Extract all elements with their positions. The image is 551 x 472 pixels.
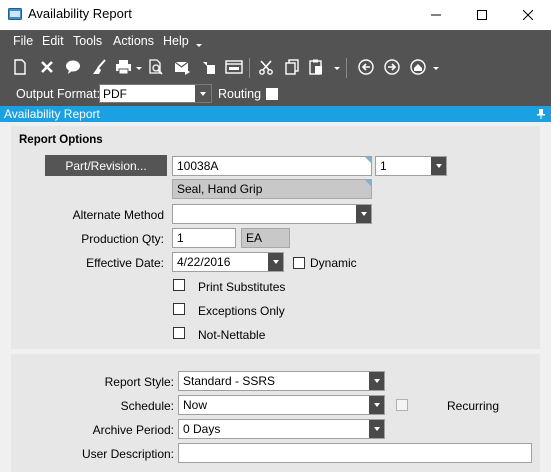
- minimize-button[interactable]: [413, 0, 459, 30]
- part-field[interactable]: 10038A: [172, 156, 372, 176]
- home-dropdown-icon[interactable]: [433, 67, 439, 70]
- part-description: Seal, Hand Grip: [177, 182, 263, 196]
- report-style-value: Standard - SSRS: [183, 374, 276, 388]
- toolbar-separator: [249, 58, 250, 78]
- panel-header: Availability Report: [0, 106, 551, 122]
- chevron-down-icon[interactable]: [369, 372, 384, 390]
- print-substitutes-checkbox[interactable]: [173, 279, 185, 291]
- menu-edit[interactable]: Edit: [42, 34, 64, 48]
- forward-icon[interactable]: [382, 57, 402, 77]
- dynamic-checkbox[interactable]: [293, 257, 305, 269]
- delete-icon[interactable]: [37, 57, 57, 77]
- chevron-down-icon[interactable]: [369, 396, 384, 414]
- paste-dropdown-icon[interactable]: [334, 67, 340, 70]
- menu-tools[interactable]: Tools: [73, 34, 102, 48]
- chevron-down-icon[interactable]: [369, 420, 384, 438]
- output-format-select[interactable]: PDF: [99, 84, 212, 103]
- maximize-icon: [477, 10, 487, 20]
- revision-value: 1: [380, 159, 387, 173]
- alternate-method-label: Alternate Method: [72, 208, 164, 222]
- paste-icon[interactable]: [306, 57, 326, 77]
- revision-select[interactable]: 1: [375, 156, 447, 176]
- recurring-label: Recurring: [447, 399, 500, 413]
- print-icon[interactable]: [113, 57, 133, 77]
- chevron-down-icon[interactable]: [356, 205, 371, 223]
- toolbar-separator: [346, 58, 347, 78]
- panel-title: Availability Report: [4, 107, 100, 121]
- output-format-bar: Output Format: PDF Routing: [0, 82, 551, 106]
- uom-value: EA: [246, 231, 263, 245]
- section-title: Report Options: [19, 134, 103, 146]
- web-icon[interactable]: [224, 57, 244, 77]
- lookup-corner: [365, 157, 371, 163]
- maximize-button[interactable]: [459, 0, 505, 30]
- new-icon[interactable]: [10, 57, 30, 77]
- effective-date-label: Effective Date:: [86, 256, 164, 270]
- exceptions-only-checkbox[interactable]: [173, 303, 185, 315]
- recurring-checkbox[interactable]: [396, 399, 408, 411]
- user-description-field[interactable]: [178, 443, 532, 463]
- print-substitutes-label: Print Substitutes: [198, 280, 286, 294]
- output-format-label: Output Format:: [16, 87, 101, 101]
- not-nettable-checkbox[interactable]: [173, 327, 185, 339]
- chevron-down-icon[interactable]: [431, 157, 446, 175]
- send-icon[interactable]: [172, 57, 192, 77]
- print-preview-icon[interactable]: [146, 57, 166, 77]
- title-bar: Availability Report: [0, 0, 551, 30]
- menu-help[interactable]: Help: [163, 34, 189, 48]
- close-button[interactable]: [505, 0, 551, 30]
- part-revision-button[interactable]: Part/Revision...: [45, 155, 167, 176]
- exceptions-only-label: Exceptions Only: [198, 304, 285, 318]
- home-icon[interactable]: [408, 57, 428, 77]
- print-dropdown-icon[interactable]: [136, 67, 142, 70]
- part-value: 10038A: [177, 159, 219, 173]
- routing-label: Routing: [218, 87, 262, 101]
- app-icon: [8, 8, 22, 20]
- calendar-dropdown-icon[interactable]: [268, 253, 283, 271]
- help-dropdown-icon[interactable]: [196, 44, 202, 47]
- comment-icon[interactable]: [63, 57, 83, 77]
- production-qty-value: 1: [177, 231, 184, 245]
- lookup-corner: [365, 180, 371, 186]
- archive-period-label: Archive Period:: [92, 423, 174, 437]
- production-qty-label: Production Qty:: [81, 232, 164, 246]
- alternate-method-select[interactable]: [172, 204, 372, 224]
- schedule-label: Schedule:: [120, 399, 174, 413]
- schedule-value: Now: [183, 398, 208, 412]
- part-description-field: Seal, Hand Grip: [172, 179, 372, 199]
- copy-icon[interactable]: [282, 57, 302, 77]
- archive-period-value: 0 Days: [183, 422, 221, 436]
- archive-period-select[interactable]: 0 Days: [178, 419, 385, 439]
- output-format-value: PDF: [103, 87, 127, 101]
- report-style-label: Report Style:: [104, 375, 174, 389]
- toolbar: [0, 52, 551, 82]
- uom-field: EA: [241, 228, 290, 248]
- user-description-label: User Description:: [81, 447, 174, 461]
- minimize-icon: [431, 14, 441, 16]
- cut-icon[interactable]: [256, 57, 276, 77]
- routing-checkbox[interactable]: [266, 88, 278, 100]
- clear-icon[interactable]: [89, 57, 109, 77]
- effective-date-field[interactable]: 4/22/2016: [172, 252, 284, 272]
- pin-icon[interactable]: [537, 109, 545, 119]
- effective-date-value: 4/22/2016: [177, 255, 231, 269]
- not-nettable-label: Not-Nettable: [198, 328, 266, 342]
- menu-actions[interactable]: Actions: [113, 34, 154, 48]
- menu-file[interactable]: File: [13, 34, 33, 48]
- close-icon: [523, 10, 533, 20]
- menu-bar: File Edit Tools Actions Help: [0, 30, 551, 52]
- report-style-select[interactable]: Standard - SSRS: [178, 371, 385, 391]
- window-title: Availability Report: [28, 6, 132, 21]
- dynamic-label: Dynamic: [310, 256, 357, 270]
- production-qty-field[interactable]: 1: [172, 228, 236, 248]
- back-icon[interactable]: [356, 57, 376, 77]
- schedule-select[interactable]: Now: [178, 395, 385, 415]
- chevron-down-icon[interactable]: [195, 85, 211, 102]
- attach-icon[interactable]: [198, 57, 218, 77]
